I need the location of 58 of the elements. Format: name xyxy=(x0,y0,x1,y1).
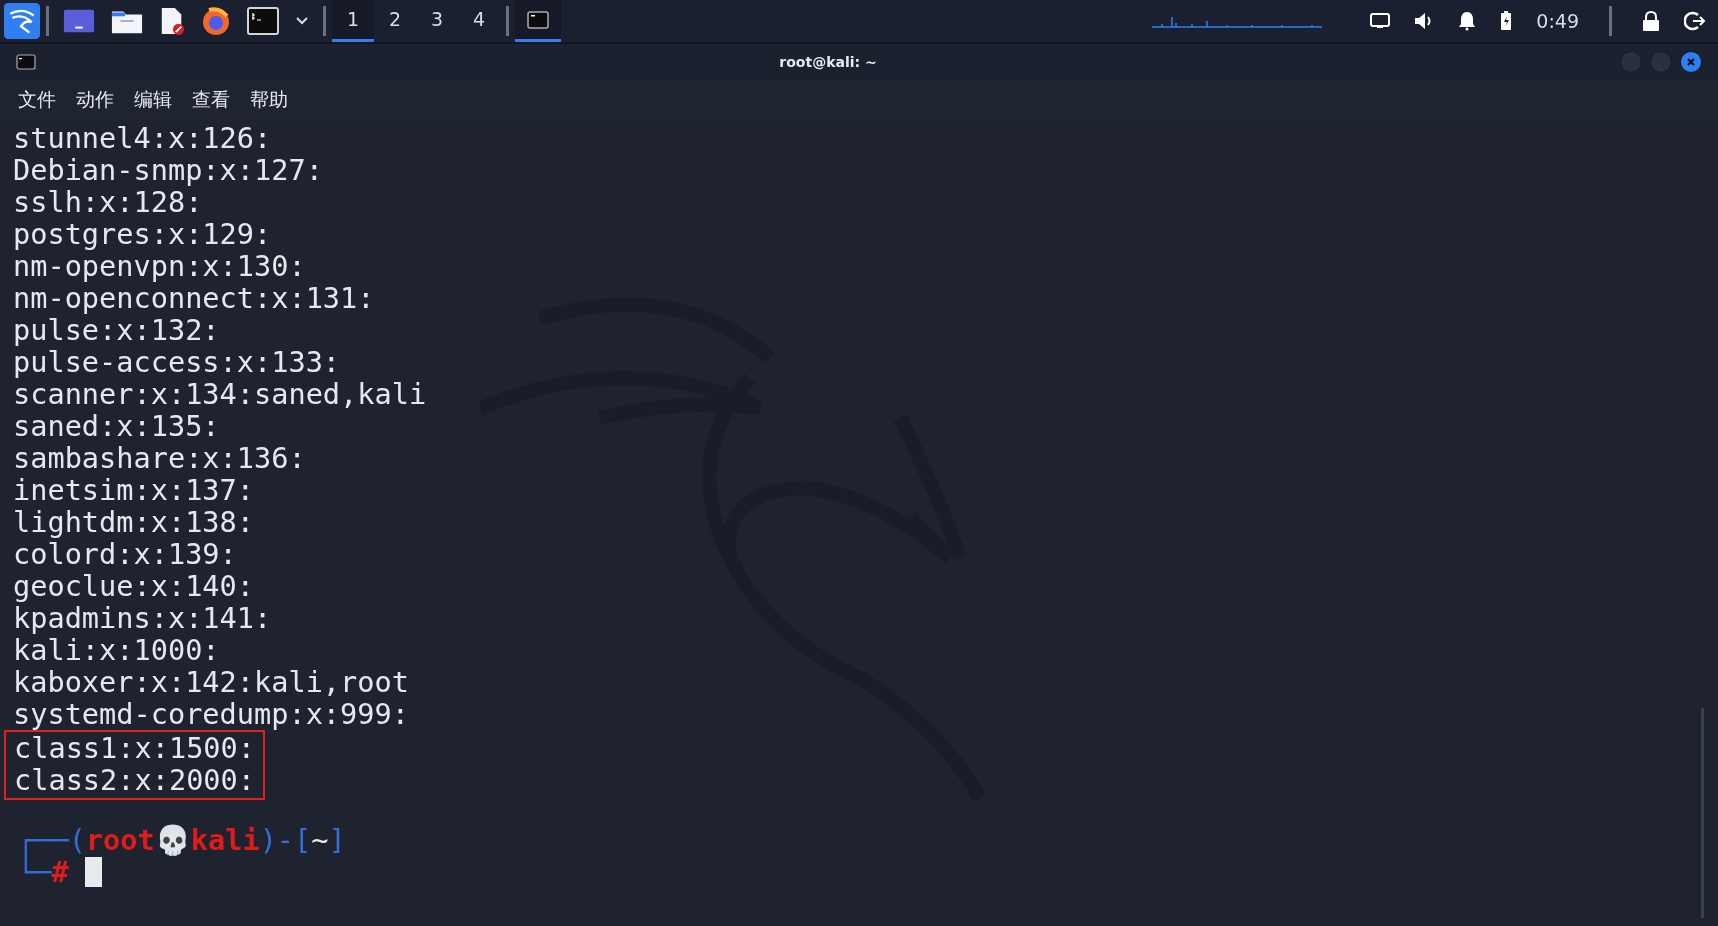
taskbar-window-button[interactable] xyxy=(515,0,561,42)
output-line: class2:x:2000: xyxy=(14,764,255,796)
output-line: class1:x:1500: xyxy=(14,732,255,764)
output-line: nm-openconnect:x:131: xyxy=(13,282,375,314)
battery-charging-icon[interactable] xyxy=(1500,11,1513,31)
bell-icon[interactable] xyxy=(1458,11,1477,31)
output-line: postgres:x:129: xyxy=(13,218,272,250)
output-line: sambashare:x:136: xyxy=(13,442,306,474)
window-title: root@kali: ~ xyxy=(779,54,877,70)
firefox-icon[interactable] xyxy=(201,6,231,36)
display-icon[interactable] xyxy=(1370,13,1391,29)
output-line: geoclue:x:140: xyxy=(13,570,254,602)
desktop-icon[interactable] xyxy=(63,7,95,35)
output-line: systemd-coredump:x:999: xyxy=(13,698,409,730)
menu-item[interactable]: 动作 xyxy=(66,84,124,114)
text-editor-icon[interactable] xyxy=(159,6,185,36)
prompt-bracket: ] xyxy=(328,824,346,856)
chevron-down-icon[interactable] xyxy=(295,16,309,26)
output-line: saned:x:135: xyxy=(13,410,220,442)
output-line: Debian-snmp:x:127: xyxy=(13,154,323,186)
workspace-tab[interactable]: 1 xyxy=(332,0,374,42)
clock-text: 0:49 xyxy=(1536,8,1579,34)
output-line: kpadmins:x:141: xyxy=(13,602,272,634)
prompt-path: ~ xyxy=(311,824,329,856)
output-line: stunnel4:x:126: xyxy=(13,122,272,154)
skull-glyph: 💀 xyxy=(154,824,191,856)
scrollbar[interactable] xyxy=(1701,708,1704,918)
lock-icon[interactable] xyxy=(1642,11,1660,31)
terminal-icon xyxy=(527,10,549,29)
workspace-tab[interactable]: 3 xyxy=(416,0,458,42)
output-line: colord:x:139: xyxy=(13,538,237,570)
output-line: kali:x:1000: xyxy=(13,634,220,666)
menu-item[interactable]: 帮助 xyxy=(240,84,298,114)
menu-item[interactable]: 文件 xyxy=(8,84,66,114)
menu-item[interactable]: 查看 xyxy=(182,84,240,114)
output-line: pulse:x:132: xyxy=(13,314,220,346)
output-line: lightdm:x:138: xyxy=(13,506,254,538)
prompt-symbol: # xyxy=(51,856,69,888)
terminal-icon[interactable] xyxy=(247,7,279,35)
output-line: scanner:x:134:saned,kali xyxy=(13,378,427,410)
close-button[interactable] xyxy=(1680,51,1702,73)
terminal-icon xyxy=(16,54,36,70)
output-line: inetsim:x:137: xyxy=(13,474,254,506)
workspace-tab[interactable]: 2 xyxy=(374,0,416,42)
menu-item[interactable]: 编辑 xyxy=(124,84,182,114)
logout-icon[interactable] xyxy=(1684,11,1706,31)
output-line: pulse-access:x:133: xyxy=(13,346,341,378)
output-line: sslh:x:128: xyxy=(13,186,203,218)
output-line: nm-openvpn:x:130: xyxy=(13,250,306,282)
prompt-corner: └─ xyxy=(17,856,52,888)
prompt-corner: ┌──( xyxy=(17,824,86,856)
close-icon xyxy=(1686,57,1696,67)
output-line: kaboxer:x:142:kali,root xyxy=(13,666,409,698)
prompt-user: root xyxy=(85,824,155,856)
prompt-host: kali xyxy=(190,824,260,856)
prompt-bracket: )-[ xyxy=(259,824,312,856)
workspace-tab[interactable]: 4 xyxy=(458,0,500,42)
text-cursor xyxy=(84,857,102,887)
